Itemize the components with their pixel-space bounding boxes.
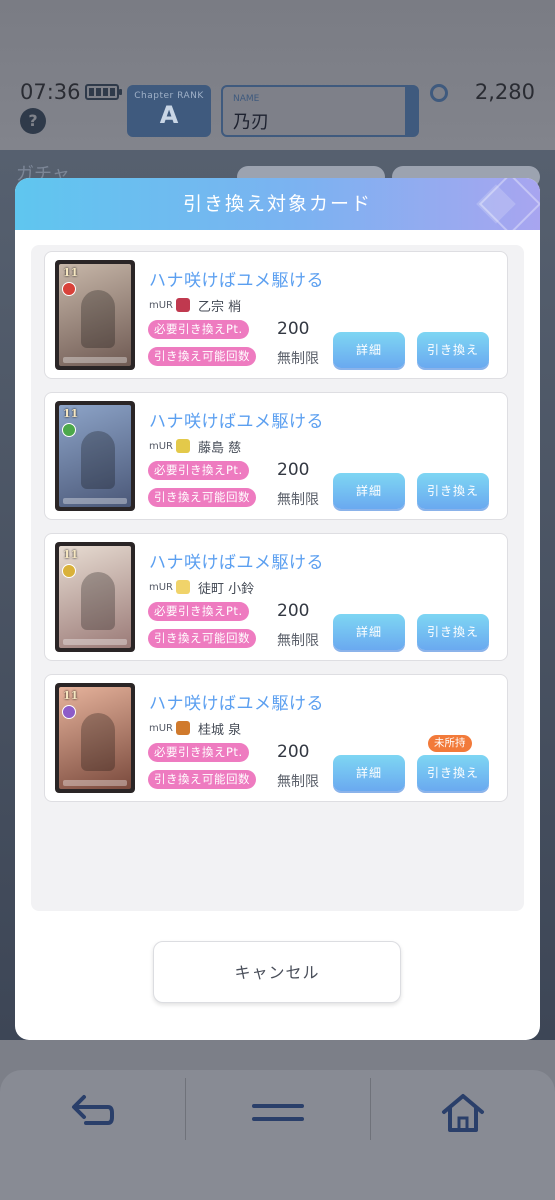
cost-label: 必要引き換えPt. — [148, 461, 249, 480]
exchange-button[interactable]: 引き換え — [417, 614, 489, 650]
cost-value: 200 — [277, 319, 310, 339]
attribute-icon — [62, 423, 76, 437]
card-title: ハナ咲けばユメ駆ける — [149, 694, 324, 714]
detail-button[interactable]: 詳細 — [333, 614, 405, 650]
card-art: 11 — [59, 264, 131, 366]
character-icon — [176, 721, 191, 735]
limit-label: 引き換え可能回数 — [148, 488, 256, 507]
card-thumbnail[interactable]: 11 — [55, 260, 135, 370]
character-name: 乙宗 梢 — [198, 299, 242, 315]
cost-label: 必要引き換えPt. — [148, 320, 249, 339]
currency-value: 2,280 — [474, 80, 535, 104]
character-name: 藤島 慈 — [198, 440, 242, 456]
attribute-icon — [62, 705, 76, 719]
cost-value: 200 — [277, 460, 310, 480]
card-title: ハナ咲けばユメ駆ける — [149, 412, 324, 432]
card-subtitle: mUR 桂城 泉 — [149, 719, 242, 738]
chapter-rank-box: Chapter RANK A — [127, 85, 211, 137]
menu-icon — [251, 1104, 304, 1121]
limit-value: 無制限 — [277, 774, 319, 790]
name-tab — [405, 87, 417, 135]
cost-value: 200 — [277, 601, 310, 621]
name-label: NAME — [233, 94, 260, 104]
exchange-button[interactable]: 引き換え — [417, 755, 489, 791]
card-title: ハナ咲けばユメ駆ける — [149, 553, 324, 573]
currency-icon — [430, 84, 448, 102]
cancel-button[interactable]: キャンセル — [153, 941, 401, 1003]
card-level: 11 — [63, 548, 79, 561]
modal-title: 引き換え対象カード — [182, 193, 372, 215]
attribute-icon — [62, 564, 76, 578]
card-list[interactable]: 11 ハナ咲けばユメ駆ける mUR 乙宗 梢必要引き換えPt. 200 引き換え可能回数無… — [31, 245, 524, 911]
home-button[interactable] — [370, 1080, 555, 1146]
player-name: 乃刃 — [233, 112, 269, 133]
exchange-button[interactable]: 引き換え — [417, 332, 489, 368]
limit-label: 引き換え可能回数 — [148, 347, 256, 366]
battery-icon — [85, 84, 122, 100]
menu-button[interactable] — [185, 1080, 370, 1146]
card-thumbnail[interactable]: 11 — [55, 542, 135, 652]
card-level: 11 — [63, 689, 79, 702]
help-button[interactable]: ? — [20, 108, 46, 134]
rank-value: A — [159, 101, 179, 129]
card-subtitle: mUR 徒町 小鈴 — [149, 578, 255, 597]
character-icon — [176, 298, 191, 312]
limit-label: 引き換え可能回数 — [148, 629, 256, 648]
limit-label: 引き換え可能回数 — [148, 770, 256, 789]
card-thumbnail[interactable]: 11 — [55, 683, 135, 793]
back-arrow-icon — [71, 1095, 114, 1125]
character-name: 徒町 小鈴 — [198, 581, 255, 597]
detail-button[interactable]: 詳細 — [333, 755, 405, 791]
detail-button[interactable]: 詳細 — [333, 332, 405, 368]
card-thumbnail[interactable]: 11 — [55, 401, 135, 511]
rarity-label: mUR — [149, 440, 174, 452]
card-row: 11 ハナ咲けばユメ駆ける mUR 桂城 泉必要引き換えPt. 200 引き換え可能回数 無… — [44, 674, 508, 802]
rarity-label: mUR — [149, 581, 174, 593]
card-level: 11 — [63, 407, 79, 420]
home-icon — [441, 1094, 484, 1132]
player-name-box[interactable]: NAME 乃刃 — [221, 85, 419, 137]
exchange-card-modal: 引き換え対象カード 11 ハナ咲けばユメ駆ける mUR 乙宗 梢必要引き換えPt. 20… — [15, 178, 540, 1040]
rarity-label: mUR — [149, 299, 174, 311]
card-subtitle: mUR 藤島 慈 — [149, 437, 242, 456]
character-name: 桂城 泉 — [198, 722, 242, 738]
cost-label: 必要引き換えPt. — [148, 602, 249, 621]
clock-time: 07:36 — [20, 80, 81, 104]
card-art: 11 — [59, 546, 131, 648]
rank-label: Chapter RANK — [134, 91, 204, 101]
card-art: 11 — [59, 405, 131, 507]
rarity-label: mUR — [149, 722, 174, 734]
card-row: 11 ハナ咲けばユメ駆ける mUR 乙宗 梢必要引き換えPt. 200 引き換え可能回数 無… — [44, 251, 508, 379]
limit-value: 無制限 — [277, 351, 319, 367]
cost-label: 必要引き換えPt. — [148, 743, 249, 762]
cost-value: 200 — [277, 742, 310, 762]
card-art: 11 — [59, 687, 131, 789]
modal-header: 引き換え対象カード — [15, 178, 540, 236]
back-button[interactable] — [0, 1080, 185, 1146]
character-icon — [176, 580, 191, 594]
character-icon — [176, 439, 191, 453]
unowned-badge: 未所持 — [428, 735, 472, 752]
card-row: 11 ハナ咲けばユメ駆ける mUR 徒町 小鈴必要引き換えPt. 200 引き換え可能回数… — [44, 533, 508, 661]
card-level: 11 — [63, 266, 79, 279]
card-subtitle: mUR 乙宗 梢 — [149, 296, 242, 315]
limit-value: 無制限 — [277, 633, 319, 649]
exchange-button[interactable]: 引き換え — [417, 473, 489, 509]
card-row: 11 ハナ咲けばユメ駆ける mUR 藤島 慈必要引き換えPt. 200 引き換え可能回数 無… — [44, 392, 508, 520]
attribute-icon — [62, 282, 76, 296]
limit-value: 無制限 — [277, 492, 319, 508]
detail-button[interactable]: 詳細 — [333, 473, 405, 509]
card-title: ハナ咲けばユメ駆ける — [149, 271, 324, 291]
